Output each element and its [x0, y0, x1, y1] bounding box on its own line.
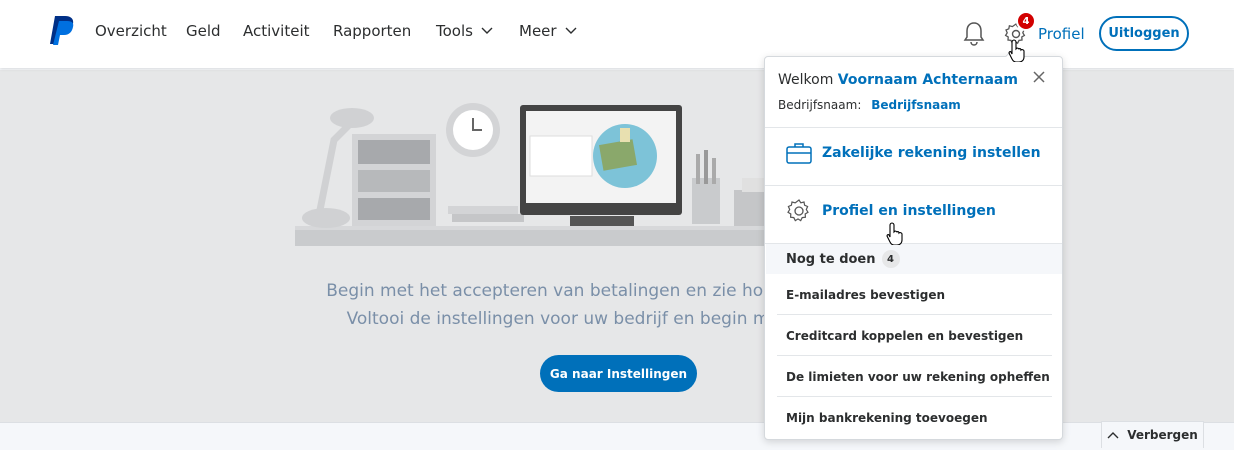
company-info: Bedrijfsnaam: Bedrijfsnaam	[778, 98, 961, 112]
desk-illustration	[295, 103, 770, 246]
paypal-logo[interactable]	[47, 14, 77, 46]
todo-item-add-bank[interactable]: Mijn bankrekening toevoegen	[786, 411, 1052, 425]
nav-geld[interactable]: Geld	[186, 22, 221, 40]
nav-meer[interactable]: Meer	[519, 22, 577, 40]
nav-activiteit[interactable]: Activiteit	[243, 22, 310, 40]
briefcase-icon	[786, 143, 812, 164]
nav-label: Meer	[519, 22, 557, 40]
go-to-settings-button[interactable]: Ga naar Instellingen	[540, 355, 697, 392]
business-account-setup-link[interactable]: Zakelijke rekening instellen	[786, 140, 1041, 166]
profile-dropdown: Welkom Voornaam Achternaam Bedrijfsnaam:…	[764, 47, 1063, 440]
company-name: Bedrijfsnaam	[871, 98, 961, 112]
nav-tools[interactable]: Tools	[436, 22, 493, 40]
nav-label: Tools	[436, 22, 473, 40]
nav-label: Activiteit	[243, 22, 310, 40]
divider	[777, 355, 1052, 356]
link-label: Profiel en instellingen	[822, 203, 996, 219]
profile-link[interactable]: Profiel	[1038, 25, 1085, 43]
hand-cursor-icon	[1008, 39, 1025, 62]
gear-icon	[787, 199, 809, 222]
divider	[777, 314, 1052, 315]
todo-header: Nog te doen 4	[766, 244, 1062, 274]
todo-title: Nog te doen	[786, 251, 876, 267]
notification-badge: 4	[1016, 11, 1036, 31]
nav-rapporten[interactable]: Rapporten	[333, 22, 411, 40]
nav-label: Rapporten	[333, 22, 412, 40]
bell-icon[interactable]	[962, 20, 986, 48]
user-name: Voornaam Achternaam	[837, 72, 1018, 88]
todo-item-lift-limits[interactable]: De limieten voor uw rekening opheffen	[786, 370, 1052, 384]
nav-label: Geld	[186, 22, 221, 40]
chevron-down-icon	[481, 27, 493, 34]
welcome-prefix: Welkom	[778, 72, 834, 88]
chevron-down-icon	[565, 27, 577, 34]
welcome-text: Welkom Voornaam Achternaam	[778, 72, 1018, 88]
hand-cursor-icon	[886, 222, 903, 245]
close-icon[interactable]	[1031, 69, 1047, 85]
link-label: Zakelijke rekening instellen	[822, 145, 1041, 161]
hide-label: Verbergen	[1127, 428, 1198, 442]
hide-toggle[interactable]: Verbergen	[1101, 421, 1204, 448]
divider	[765, 127, 1062, 128]
divider	[777, 396, 1052, 397]
todo-count-badge: 4	[881, 250, 900, 268]
todo-item-verify-email[interactable]: E-mailadres bevestigen	[786, 288, 1052, 302]
nav-label: Overzicht	[95, 22, 167, 40]
divider	[765, 185, 1062, 186]
todo-item-link-creditcard[interactable]: Creditcard koppelen en bevestigen	[786, 329, 1052, 343]
company-label: Bedrijfsnaam:	[778, 98, 862, 112]
logout-button[interactable]: Uitloggen	[1099, 16, 1189, 51]
nav-overzicht[interactable]: Overzicht	[95, 22, 167, 40]
chevron-up-icon	[1107, 432, 1119, 439]
